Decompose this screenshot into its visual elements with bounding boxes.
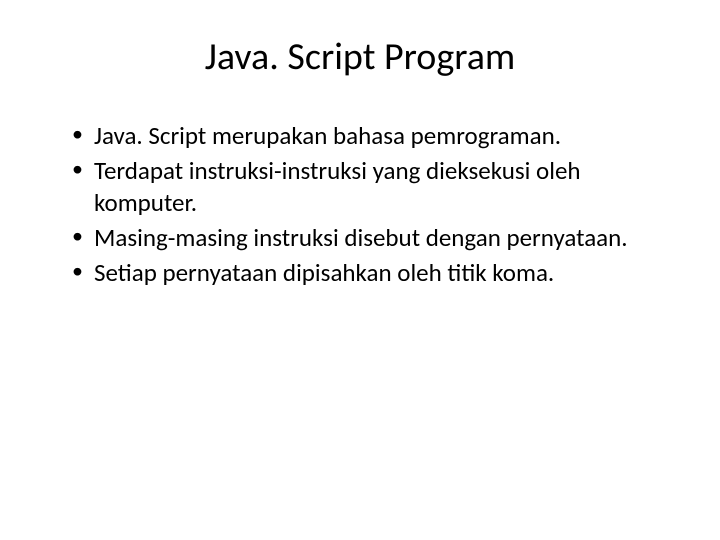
bullet-list: Java. Script merupakan bahasa pemrograma… <box>50 120 670 288</box>
list-item: Java. Script merupakan bahasa pemrograma… <box>76 120 670 151</box>
list-item: Setiap pernyataan dipisahkan oleh titik … <box>76 257 670 288</box>
slide-title: Java. Script Program <box>50 34 670 80</box>
list-item: Masing-masing instruksi disebut dengan p… <box>76 222 670 253</box>
list-item: Terdapat instruksi-instruksi yang diekse… <box>76 155 670 218</box>
